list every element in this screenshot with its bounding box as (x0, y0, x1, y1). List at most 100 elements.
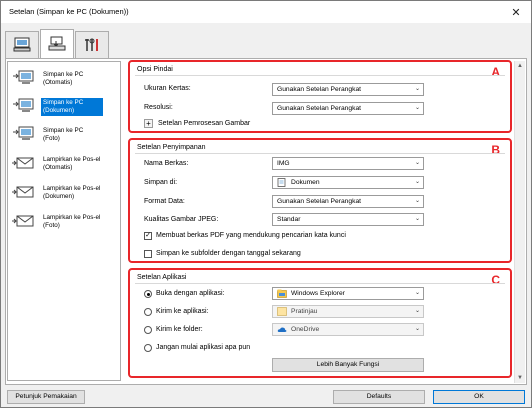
do-not-start-label: Jangan mulai aplikasi apa pun (156, 344, 251, 351)
section-letter: B (491, 143, 500, 157)
file-name-value: IMG (277, 160, 290, 167)
resolution-label: Resolusi: (144, 104, 173, 111)
tab-bar (5, 29, 110, 59)
paper-size-label: Ukuran Kertas: (144, 85, 191, 92)
send-to-folder-dropdown[interactable]: OneDrive ⌄ (272, 323, 424, 336)
section-divider (135, 283, 505, 284)
section-divider (135, 153, 505, 154)
resolution-value: Gunakan Setelan Perangkat (277, 105, 362, 112)
section-divider (135, 75, 505, 76)
pdf-keyword-checkbox[interactable]: ✓ (144, 232, 152, 240)
pdf-keyword-label: Membuat berkas PDF yang mendukung pencar… (156, 232, 346, 239)
save-in-label: Simpan di: (144, 179, 178, 186)
list-item-email-document[interactable]: Lampirkan ke Pos-el (Dokumen) (10, 180, 118, 208)
save-to-pc-icon (10, 96, 36, 116)
do-not-start-radio[interactable] (144, 344, 152, 352)
tab-general-settings[interactable] (75, 31, 109, 59)
chevron-down-icon: ⌄ (414, 216, 420, 222)
scroll-up-icon[interactable]: ▲ (517, 63, 523, 69)
send-to-folder-value: OneDrive (291, 326, 320, 333)
tab-scan-from-operation-panel[interactable] (40, 29, 74, 59)
subfolder-label: Simpan ke subfolder dengan tanggal sekar… (156, 250, 301, 257)
onedrive-icon (277, 325, 287, 334)
list-item-label: Lampirkan ke Pos-el (Foto) (43, 214, 101, 229)
window-title: Setelan (Simpan ke PC (Dokumen)) (9, 7, 129, 16)
resolution-dropdown[interactable]: Gunakan Setelan Perangkat ⌄ (272, 102, 424, 115)
list-item-label: Simpan ke PC (Foto) (43, 127, 84, 142)
chevron-down-icon: ⌄ (414, 86, 420, 92)
data-format-value: Gunakan Setelan Perangkat (277, 198, 362, 205)
tab-scan-from-computer[interactable] (5, 31, 39, 59)
list-item-label: Simpan ke PC (Dokumen) (41, 98, 103, 116)
windows-explorer-icon (277, 289, 287, 298)
scan-mode-list: Simpan ke PC (Otomatis) Simpan ke PC (Do… (7, 61, 121, 381)
section-header: Setelan Penyimpanan (137, 144, 206, 151)
image-processing-label: Setelan Pemrosesan Gambar (158, 120, 251, 127)
send-to-folder-radio[interactable] (144, 326, 152, 334)
send-to-app-radio[interactable] (144, 308, 152, 316)
section-header: Setelan Aplikasi (137, 274, 187, 281)
send-to-app-dropdown[interactable]: Pratinjau ⌄ (272, 305, 424, 318)
ok-button[interactable]: OK (433, 390, 525, 404)
chevron-down-icon: ⌄ (414, 160, 420, 166)
section-header: Opsi Pindai (137, 66, 173, 73)
list-item-save-pc-document[interactable]: Simpan ke PC (Dokumen) (10, 94, 118, 122)
email-icon (10, 153, 36, 173)
chevron-down-icon: ⌄ (414, 290, 420, 296)
section-letter: A (491, 65, 500, 79)
close-icon[interactable]: ✕ (501, 1, 531, 23)
subfolder-checkbox[interactable] (144, 250, 152, 258)
list-item-save-pc-auto[interactable]: Simpan ke PC (Otomatis) (10, 66, 118, 94)
settings-dialog: Setelan (Simpan ke PC (Dokumen)) ✕ Simpa… (0, 0, 532, 408)
save-in-value: Dokumen (291, 179, 320, 186)
list-item-label: Lampirkan ke Pos-el (Otomatis) (43, 156, 101, 171)
expand-plus-icon[interactable]: + (144, 119, 153, 128)
open-with-value: Windows Explorer (291, 290, 345, 297)
scan-from-operation-panel-icon (48, 36, 66, 54)
preview-app-icon (277, 307, 287, 316)
scroll-down-icon[interactable]: ▼ (517, 375, 523, 381)
jpeg-quality-label: Kualitas Gambar JPEG: (144, 216, 219, 223)
dialog-footer: Petunjuk Pemakaian Defaults OK (1, 387, 531, 407)
list-item-label: Lampirkan ke Pos-el (Dokumen) (43, 185, 101, 200)
list-item-label: Simpan ke PC (Otomatis) (43, 71, 84, 86)
defaults-button[interactable]: Defaults (333, 390, 425, 404)
jpeg-quality-value: Standar (277, 216, 301, 223)
save-to-pc-icon (10, 68, 36, 88)
chevron-down-icon: ⌄ (414, 105, 420, 111)
send-to-app-value: Pratinjau (291, 308, 318, 315)
chevron-down-icon: ⌄ (414, 179, 420, 185)
chevron-down-icon: ⌄ (414, 326, 420, 332)
data-format-dropdown[interactable]: Gunakan Setelan Perangkat ⌄ (272, 195, 424, 208)
app-settings-panel: Setelan Aplikasi C Buka dengan aplikasi:… (128, 268, 512, 378)
send-to-app-label: Kirim ke aplikasi: (156, 308, 209, 315)
open-with-radio[interactable] (144, 290, 152, 298)
open-with-label: Buka dengan aplikasi: (156, 290, 225, 297)
email-icon (10, 182, 36, 202)
more-functions-button[interactable]: Lebih Banyak Fungsi (272, 358, 424, 372)
save-settings-panel: Setelan Penyimpanan B Nama Berkas: IMG ⌄… (128, 138, 512, 263)
file-name-label: Nama Berkas: (144, 160, 189, 167)
jpeg-quality-dropdown[interactable]: Standar ⌄ (272, 213, 424, 226)
section-letter: C (491, 273, 500, 287)
list-item-save-pc-photo[interactable]: Simpan ke PC (Foto) (10, 122, 118, 150)
scan-from-computer-icon (13, 37, 31, 55)
save-in-dropdown[interactable]: Dokumen ⌄ (272, 176, 424, 189)
file-name-combobox[interactable]: IMG ⌄ (272, 157, 424, 170)
list-item-email-auto[interactable]: Lampirkan ke Pos-el (Otomatis) (10, 151, 118, 179)
paper-size-value: Gunakan Setelan Perangkat (277, 86, 362, 93)
paper-size-dropdown[interactable]: Gunakan Setelan Perangkat ⌄ (272, 83, 424, 96)
scan-options-panel: Opsi Pindai A Ukuran Kertas: Gunakan Set… (128, 60, 512, 133)
open-with-dropdown[interactable]: Windows Explorer ⌄ (272, 287, 424, 300)
documents-folder-icon (277, 178, 287, 187)
instructions-button[interactable]: Petunjuk Pemakaian (7, 390, 85, 404)
list-item-email-photo[interactable]: Lampirkan ke Pos-el (Foto) (10, 209, 118, 237)
chevron-down-icon: ⌄ (414, 308, 420, 314)
chevron-down-icon: ⌄ (414, 198, 420, 204)
save-to-pc-icon (10, 124, 36, 144)
send-to-folder-label: Kirim ke folder: (156, 326, 203, 333)
scrollbar[interactable]: ▲ ▼ (514, 61, 525, 383)
email-icon (10, 211, 36, 231)
data-format-label: Format Data: (144, 198, 185, 205)
general-settings-icon (83, 37, 101, 55)
